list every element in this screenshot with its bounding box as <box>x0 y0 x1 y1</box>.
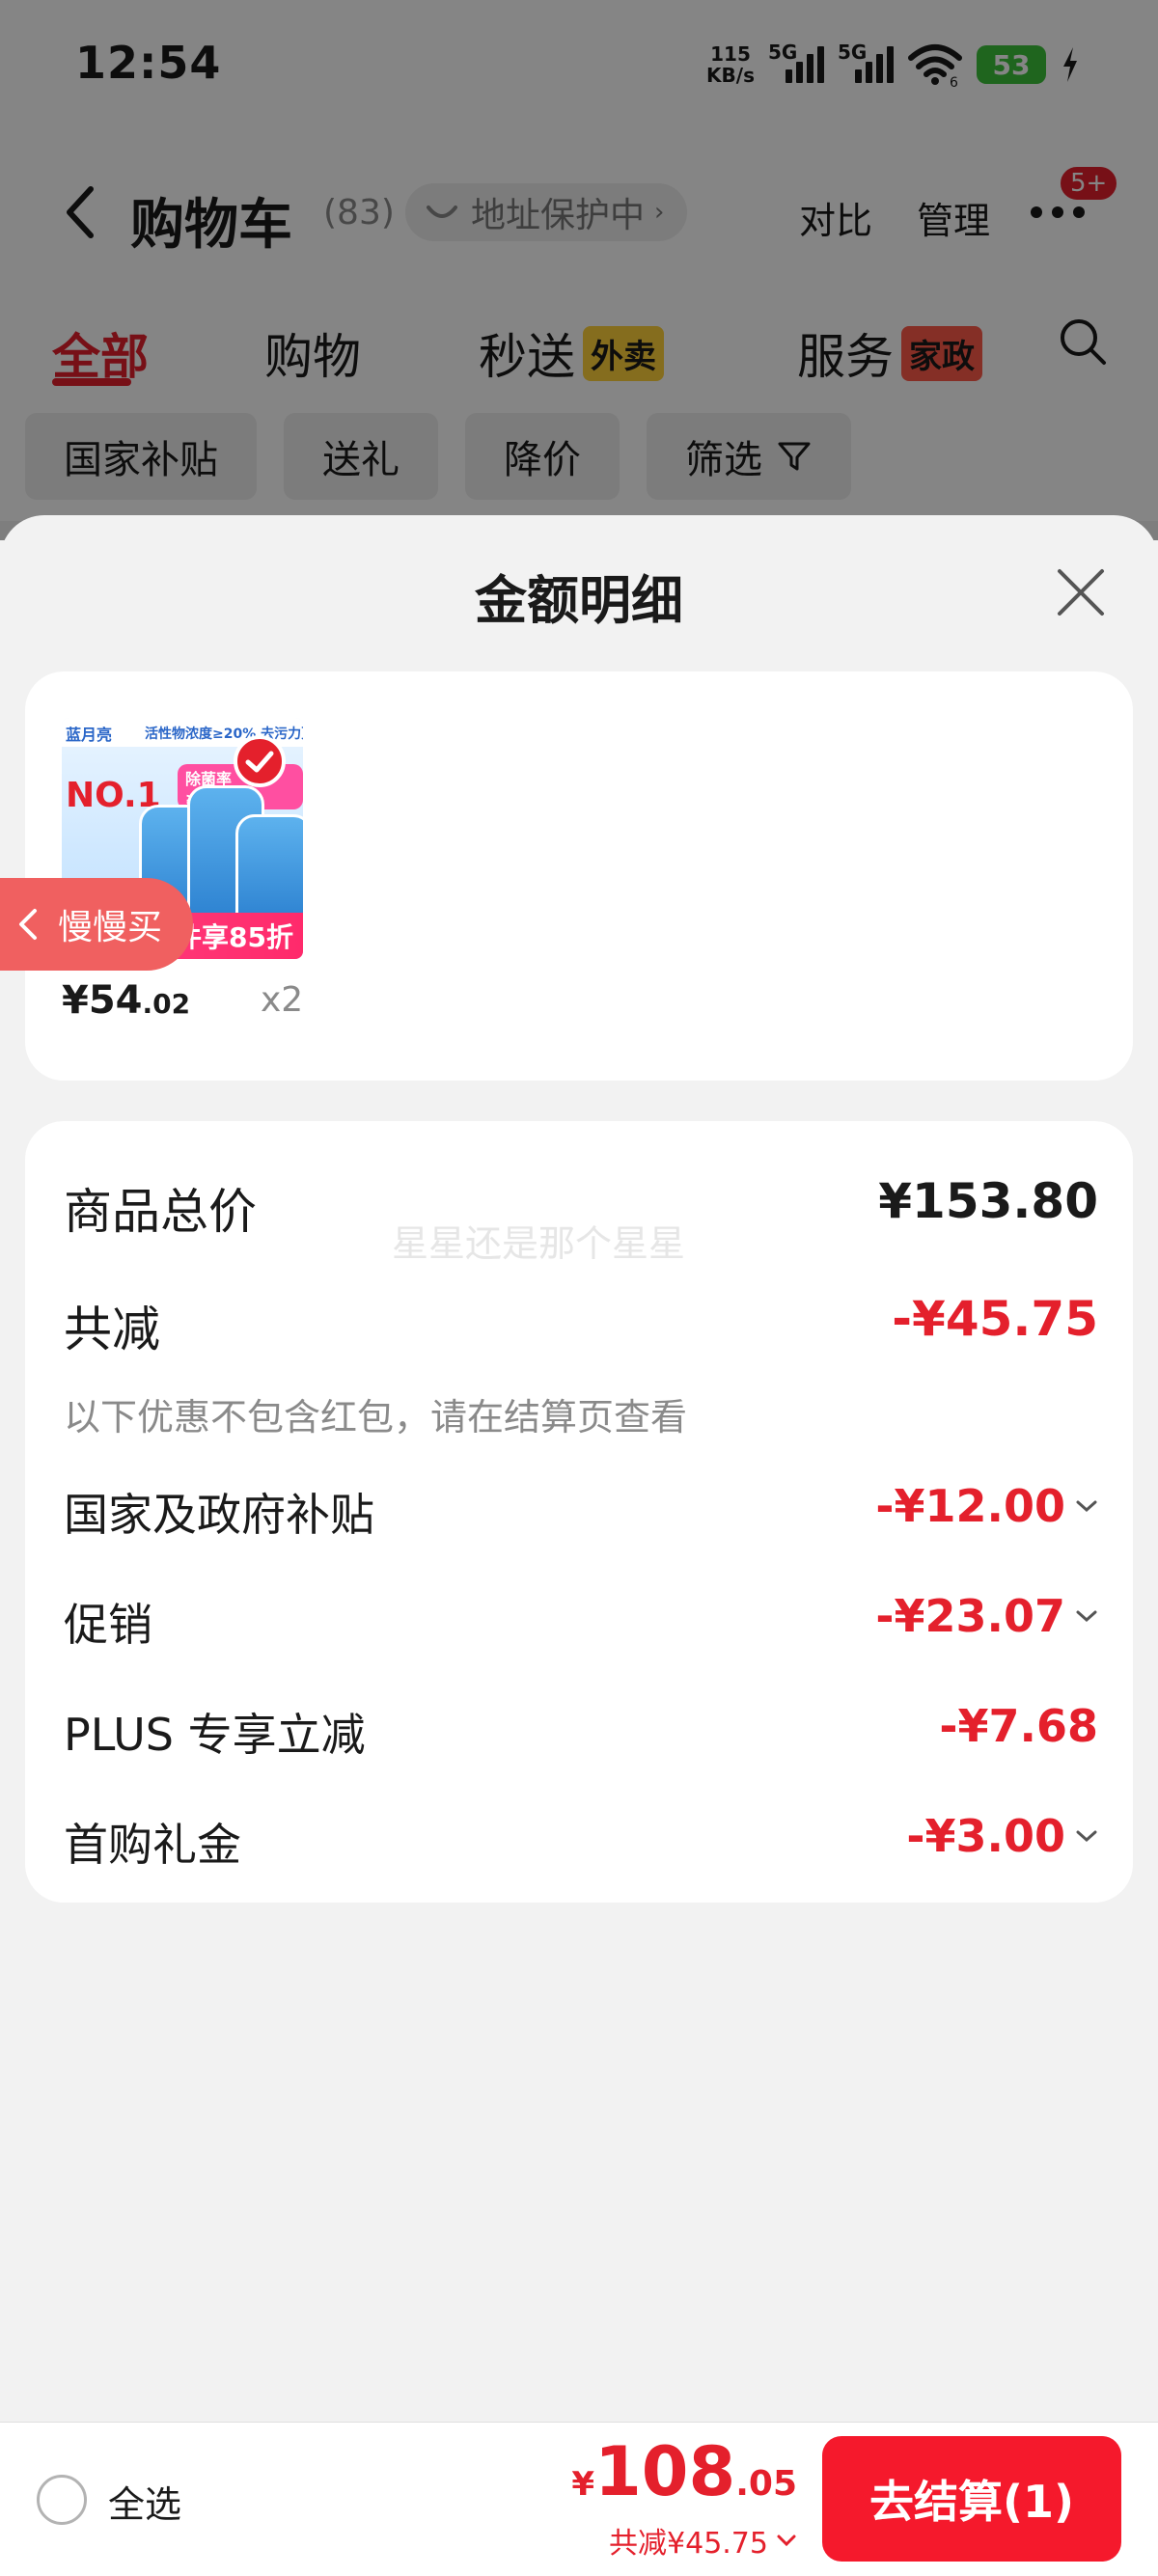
slow-buy-label: 慢慢买 <box>58 908 163 947</box>
total-amount: ¥ 108 .05 <box>571 2432 797 2511</box>
amount-detail-sheet: 金额明细 蓝月亮 活性物浓度≥20% 去污力更强 NO.1 除菌率≥99.9% … <box>0 515 1158 2576</box>
total-integer: 108 <box>594 2432 736 2511</box>
discount-item-value: -¥23.07 <box>875 1590 1098 1642</box>
slow-buy-float-tab[interactable]: 慢慢买 <box>0 878 193 971</box>
subtotal-row: 商品总价 ¥153.80 <box>64 1173 1098 1241</box>
price-decimal: .02 <box>142 988 191 1020</box>
price-detail-card: 星星还是那个星星 商品总价 ¥153.80 共减 -¥45.75 以下优惠不包含… <box>25 1121 1133 1903</box>
product-quantity: x2 <box>261 980 304 1020</box>
brand-logo: 蓝月亮 <box>66 726 113 744</box>
discount-item-amount: -¥7.68 <box>939 1700 1098 1752</box>
discount-item-value: -¥7.68 <box>939 1700 1098 1752</box>
chevron-down-icon <box>1076 1830 1097 1843</box>
close-icon[interactable] <box>1054 565 1108 619</box>
discount-item-amount: -¥12.00 <box>875 1480 1065 1532</box>
price-integer: ¥54 <box>62 978 143 1023</box>
chevron-down-icon <box>1076 1610 1097 1623</box>
product-price: ¥54.02 <box>62 978 190 1023</box>
discount-item-label: 促销 <box>64 1599 152 1651</box>
discount-item-promotion[interactable]: 促销 -¥23.07 <box>64 1590 1098 1658</box>
discount-item-value: -¥12.00 <box>875 1480 1098 1532</box>
product-card: 蓝月亮 活性物浓度≥20% 去污力更强 NO.1 除菌率≥99.9% 2件享85… <box>25 671 1133 1081</box>
discount-item-first-purchase[interactable]: 首购礼金 -¥3.00 <box>64 1810 1098 1877</box>
selected-check-icon <box>234 735 286 787</box>
modal-backdrop[interactable] <box>0 0 1158 540</box>
checkout-bar: 全选 ¥ 108 .05 共减¥45.75 去结算(1) <box>0 2422 1158 2576</box>
total-currency: ¥ <box>571 2465 595 2504</box>
discount-item-label: 首购礼金 <box>64 1819 241 1871</box>
select-all-label[interactable]: 全选 <box>108 2475 181 2528</box>
total-decimal: .05 <box>735 2464 797 2504</box>
discount-note: 以下优惠不包含红包，请在结算页查看 <box>64 1396 688 1439</box>
discount-item-subsidy[interactable]: 国家及政府补贴 -¥12.00 <box>64 1480 1098 1548</box>
discount-item-label: 国家及政府补贴 <box>64 1489 374 1541</box>
discount-item-plus: PLUS 专享立减 -¥7.68 <box>64 1700 1098 1768</box>
discount-item-label: PLUS 专享立减 <box>64 1709 366 1761</box>
chevron-down-icon <box>777 2535 796 2547</box>
discount-total-label: 共减 <box>64 1302 160 1357</box>
discount-item-amount: -¥23.07 <box>875 1590 1065 1642</box>
chevron-left-icon <box>19 909 37 940</box>
select-all-checkbox[interactable] <box>37 2475 87 2525</box>
subtotal-value: ¥153.80 <box>878 1173 1098 1229</box>
subtotal-label: 商品总价 <box>64 1184 257 1240</box>
checkout-button[interactable]: 去结算(1) <box>822 2436 1121 2562</box>
discount-total-row: 共减 -¥45.75 <box>64 1291 1098 1358</box>
chevron-down-icon <box>1076 1500 1097 1513</box>
discount-total-value: -¥45.75 <box>892 1291 1098 1347</box>
discount-item-amount: -¥3.00 <box>906 1810 1065 1862</box>
total-discount-toggle[interactable]: 共减¥45.75 <box>609 2519 797 2562</box>
total-discount-text: 共减¥45.75 <box>609 2527 768 2561</box>
discount-item-value: -¥3.00 <box>906 1810 1098 1862</box>
sheet-title: 金额明细 <box>475 570 683 631</box>
